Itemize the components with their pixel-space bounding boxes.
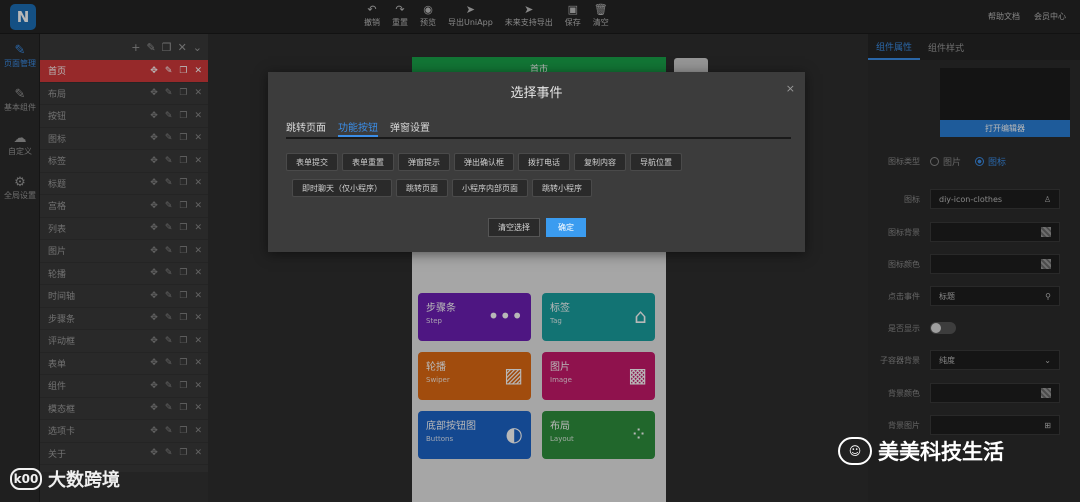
watermark-left: k00 大数跨境 <box>10 466 120 492</box>
confirm-button[interactable]: 确定 <box>546 218 586 237</box>
event-option-button[interactable]: 跳转小程序 <box>532 179 592 197</box>
tab-jump-page[interactable]: 跳转页面 <box>286 119 326 137</box>
select-event-modal: 选择事件 × 跳转页面 功能按钮 弹窗设置 表单提交 表单重置 弹窗提示 弹出确认框拨… <box>268 72 805 252</box>
event-option-button[interactable]: 弹出确认框 <box>454 153 514 171</box>
event-option-button[interactable]: 即时聊天（仅小程序） <box>292 179 392 197</box>
event-option-button[interactable]: 拨打电话 <box>518 153 570 171</box>
modal-footer: 清空选择 确定 <box>488 218 586 237</box>
event-option-button[interactable]: 导航位置 <box>630 153 682 171</box>
event-option-button[interactable]: 跳转页面 <box>396 179 448 197</box>
watermark-right: ☺ 美美科技生活 <box>838 436 1004 466</box>
modal-title: 选择事件 <box>510 86 563 101</box>
event-option-button[interactable]: 表单重置 <box>342 153 394 171</box>
event-options: 表单提交 表单重置 弹窗提示 弹出确认框 拨打电话 复制内容 导航位置 即时聊天（仅小程序）跳… <box>286 153 726 197</box>
event-option-button[interactable]: 表单提交 <box>286 153 338 171</box>
tab-function-button[interactable]: 功能按钮 <box>338 119 378 137</box>
tab-popup-settings[interactable]: 弹窗设置 <box>390 119 430 137</box>
wechat-icon: ☺ <box>838 437 872 465</box>
close-icon[interactable]: × <box>786 82 795 95</box>
event-option-button[interactable]: 复制内容 <box>574 153 626 171</box>
clear-selection-button[interactable]: 清空选择 <box>488 218 540 237</box>
event-option-button[interactable]: 弹窗提示 <box>398 153 450 171</box>
modal-tabs: 跳转页面 功能按钮 弹窗设置 <box>286 119 791 139</box>
event-option-button[interactable]: 小程序内部页面 <box>452 179 528 197</box>
watermark-logo: k00 <box>10 468 42 490</box>
